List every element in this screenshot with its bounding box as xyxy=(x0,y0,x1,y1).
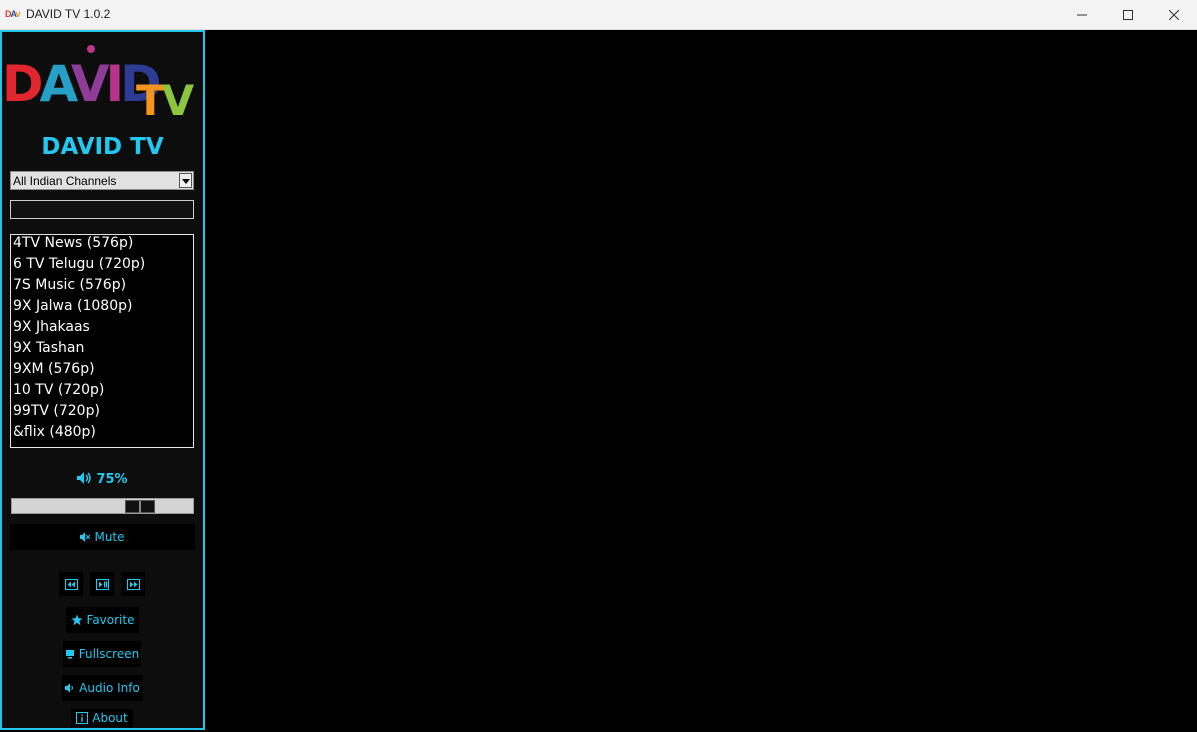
info-icon xyxy=(76,712,89,724)
speaker-icon xyxy=(77,472,92,484)
fullscreen-button[interactable]: Fullscreen xyxy=(63,641,141,667)
channel-item[interactable]: 99TV (720p) xyxy=(11,403,193,424)
volume-slider[interactable] xyxy=(11,498,194,514)
next-button[interactable] xyxy=(121,572,145,596)
favorite-label: Favorite xyxy=(86,613,135,627)
star-icon xyxy=(71,614,83,626)
fullscreen-label: Fullscreen xyxy=(78,647,140,661)
play-pause-button[interactable] xyxy=(90,572,114,596)
search-input[interactable] xyxy=(10,200,194,219)
window-title: DAVID TV 1.0.2 xyxy=(26,7,111,21)
category-select-value: All Indian Channels xyxy=(13,174,117,188)
volume-value: 75% xyxy=(96,472,128,487)
channel-item[interactable]: 9X Tashan xyxy=(11,340,193,361)
audio-icon xyxy=(65,683,74,693)
close-icon xyxy=(1169,10,1179,20)
mute-icon xyxy=(80,532,91,542)
about-label: About xyxy=(92,711,128,725)
title-bar: DAv DAVID TV 1.0.2 xyxy=(0,0,1197,30)
minimize-icon xyxy=(1077,14,1087,16)
play-pause-icon xyxy=(95,578,109,590)
previous-icon xyxy=(64,578,78,590)
minimize-button[interactable] xyxy=(1059,0,1105,30)
channel-list[interactable]: 4TV News (576p) 6 TV Telugu (720p) 7S Musi… xyxy=(10,234,194,448)
channel-item[interactable]: 9X Jalwa (1080p) xyxy=(11,298,193,319)
channel-item[interactable]: 6 TV Telugu (720p) xyxy=(11,256,193,277)
channel-item[interactable]: 7S Music (576p) xyxy=(11,277,193,298)
next-icon xyxy=(126,578,140,590)
category-select[interactable]: All Indian Channels xyxy=(10,171,194,190)
mute-button[interactable]: Mute xyxy=(10,524,195,550)
audio-info-button[interactable]: Audio Info xyxy=(62,675,143,701)
david-tv-logo: DAVID TV xyxy=(2,45,198,122)
monitor-icon xyxy=(65,650,74,659)
favorite-button[interactable]: Favorite xyxy=(66,607,139,633)
app-title: DAVID TV xyxy=(41,134,164,160)
audio-info-label: Audio Info xyxy=(79,681,140,695)
app-logo-icon: DAv xyxy=(5,9,21,19)
previous-button[interactable] xyxy=(59,572,83,596)
channel-item[interactable]: 4TV News (576p) xyxy=(11,235,193,256)
video-area[interactable] xyxy=(205,30,1197,732)
maximize-icon xyxy=(1123,10,1133,20)
close-button[interactable] xyxy=(1151,0,1197,30)
volume-label: 75% xyxy=(2,472,203,487)
channel-item[interactable]: 9X Jhakaas xyxy=(11,319,193,340)
svg-text:TV: TV xyxy=(136,76,195,122)
chevron-down-icon[interactable] xyxy=(179,173,192,188)
channel-item[interactable]: 10 TV (720p) xyxy=(11,382,193,403)
channel-item[interactable]: &flix (480p) xyxy=(11,424,193,445)
channel-item[interactable]: 9XM (576p) xyxy=(11,361,193,382)
maximize-button[interactable] xyxy=(1105,0,1151,30)
about-button[interactable]: About xyxy=(71,709,133,727)
sidebar: DAVID TV DAVID TV All Indian Channels 4T… xyxy=(0,30,205,730)
mute-label: Mute xyxy=(94,530,125,544)
volume-slider-handle[interactable] xyxy=(125,500,155,513)
